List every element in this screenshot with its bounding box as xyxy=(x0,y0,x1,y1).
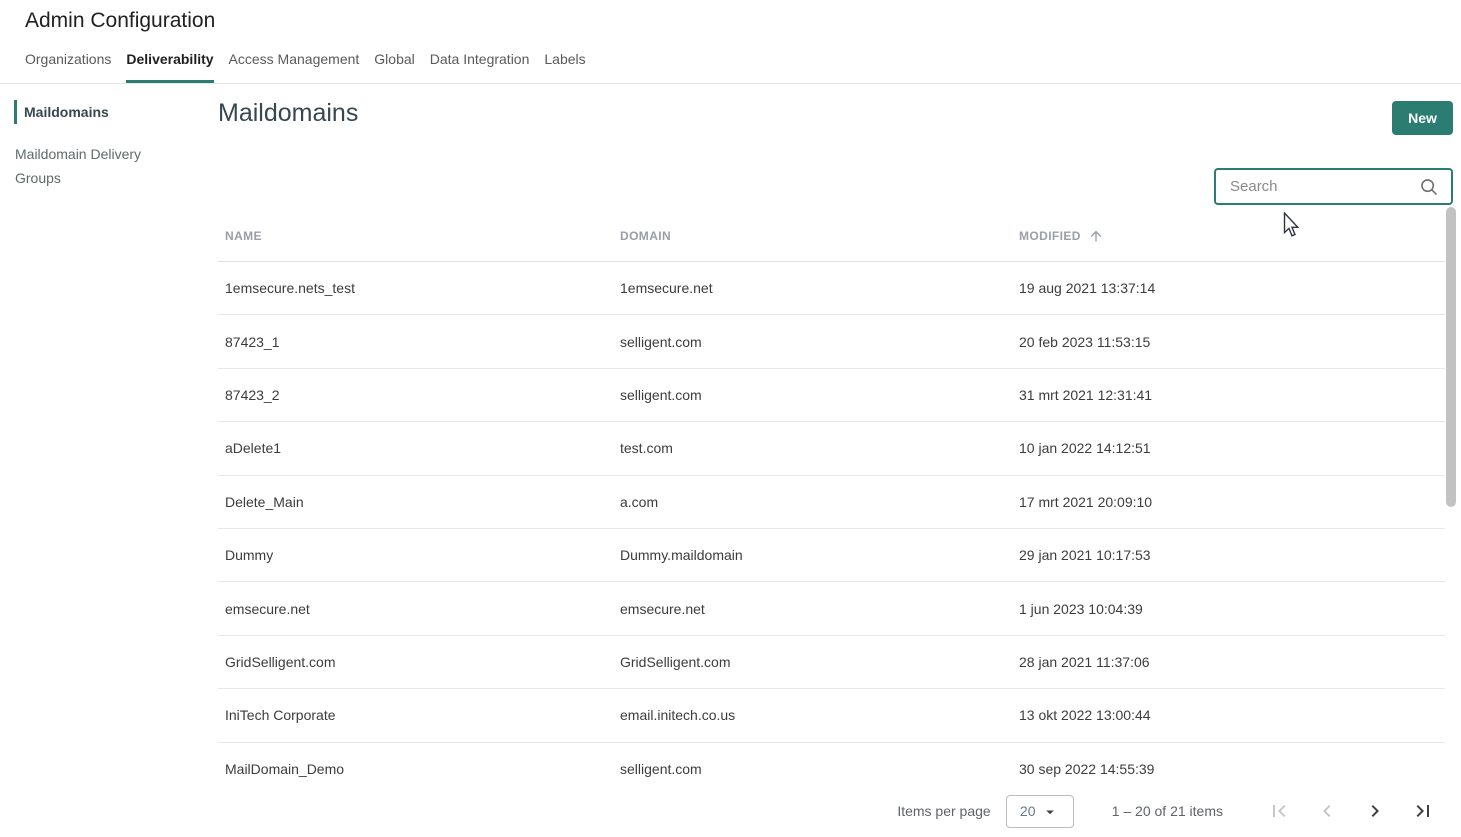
section-heading: Maildomains xyxy=(218,99,358,128)
new-button[interactable]: New xyxy=(1392,101,1453,135)
sidebar: Maildomains Maildomain Delivery Groups xyxy=(0,84,218,837)
tab-organizations[interactable]: Organizations xyxy=(25,51,111,83)
cell-domain: a.com xyxy=(620,494,1019,510)
tab-data-integration[interactable]: Data Integration xyxy=(430,51,530,83)
cell-name: Delete_Main xyxy=(218,494,620,510)
table-body: 1emsecure.nets_test 1emsecure.net 19 aug… xyxy=(218,262,1445,796)
tab-deliverability[interactable]: Deliverability xyxy=(126,51,213,83)
cell-domain: selligent.com xyxy=(620,334,1019,350)
first-page-icon[interactable] xyxy=(1267,799,1291,823)
tab-bar: Organizations Deliverability Access Mana… xyxy=(25,51,586,83)
table-row[interactable]: Delete_Main a.com 17 mrt 2021 20:09:10 xyxy=(218,476,1445,529)
last-page-icon[interactable] xyxy=(1411,799,1435,823)
page-title: Admin Configuration xyxy=(25,9,215,33)
cell-domain: email.initech.co.us xyxy=(620,707,1019,723)
cell-domain: selligent.com xyxy=(620,387,1019,403)
table-row[interactable]: 87423_1 selligent.com 20 feb 2023 11:53:… xyxy=(218,315,1445,368)
mouse-cursor xyxy=(1283,212,1301,239)
cell-name: 1emsecure.nets_test xyxy=(218,280,620,296)
previous-page-icon[interactable] xyxy=(1315,799,1339,823)
cell-domain: 1emsecure.net xyxy=(620,280,1019,296)
cell-modified: 29 jan 2021 10:17:53 xyxy=(1019,547,1445,563)
search-input[interactable] xyxy=(1216,178,1418,195)
chevron-down-icon xyxy=(1041,803,1059,821)
cell-modified: 28 jan 2021 11:37:06 xyxy=(1019,654,1445,670)
cell-name: aDelete1 xyxy=(218,440,620,456)
maildomains-table: NAME DOMAIN MODIFIED 1emsecure.nets_test… xyxy=(218,210,1445,796)
table-header-row: NAME DOMAIN MODIFIED xyxy=(218,210,1445,262)
tab-global[interactable]: Global xyxy=(374,51,414,83)
vertical-scrollbar-thumb[interactable] xyxy=(1446,207,1456,507)
cell-name: IniTech Corporate xyxy=(218,707,620,723)
sidebar-item-maildomains[interactable]: Maildomains xyxy=(14,100,199,124)
sort-ascending-icon xyxy=(1088,228,1104,244)
table-row[interactable]: Dummy Dummy.maildomain 29 jan 2021 10:17… xyxy=(218,529,1445,582)
cell-modified: 13 okt 2022 13:00:44 xyxy=(1019,707,1445,723)
cell-name: GridSelligent.com xyxy=(218,654,620,670)
cell-modified: 20 feb 2023 11:53:15 xyxy=(1019,334,1445,350)
app-header: Admin Configuration Organizations Delive… xyxy=(0,0,1461,84)
cell-name: Dummy xyxy=(218,547,620,563)
pagination-range-label: 1 – 20 of 21 items xyxy=(1112,803,1223,819)
cell-modified: 17 mrt 2021 20:09:10 xyxy=(1019,494,1445,510)
main-content: Maildomains New NAME DOMAIN MODIFIED xyxy=(218,84,1461,837)
sidebar-item-maildomain-delivery-groups[interactable]: Maildomain Delivery Groups xyxy=(0,142,185,190)
cell-name: emsecure.net xyxy=(218,601,620,617)
search-icon xyxy=(1418,176,1440,198)
table-row[interactable]: GridSelligent.com GridSelligent.com 28 j… xyxy=(218,636,1445,689)
cell-modified: 1 jun 2023 10:04:39 xyxy=(1019,601,1445,617)
table-row[interactable]: aDelete1 test.com 10 jan 2022 14:12:51 xyxy=(218,422,1445,475)
pagination-nav xyxy=(1267,799,1435,823)
cell-modified: 31 mrt 2021 12:31:41 xyxy=(1019,387,1445,403)
table-row[interactable]: 87423_2 selligent.com 31 mrt 2021 12:31:… xyxy=(218,369,1445,422)
table-row[interactable]: IniTech Corporate email.initech.co.us 13… xyxy=(218,689,1445,742)
cell-domain: GridSelligent.com xyxy=(620,654,1019,670)
cell-modified: 10 jan 2022 14:12:51 xyxy=(1019,440,1445,456)
next-page-icon[interactable] xyxy=(1363,799,1387,823)
cell-modified: 19 aug 2021 13:37:14 xyxy=(1019,280,1445,296)
items-per-page-label: Items per page xyxy=(897,803,990,819)
cell-domain: test.com xyxy=(620,440,1019,456)
cell-domain: selligent.com xyxy=(620,761,1019,777)
cell-domain: emsecure.net xyxy=(620,601,1019,617)
column-header-modified[interactable]: MODIFIED xyxy=(1019,228,1445,244)
search-box[interactable] xyxy=(1214,168,1453,205)
items-per-page-value: 20 xyxy=(1020,803,1036,819)
cell-modified: 30 sep 2022 14:55:39 xyxy=(1019,761,1445,777)
column-header-name[interactable]: NAME xyxy=(218,229,620,243)
cell-name: MailDomain_Demo xyxy=(218,761,620,777)
cell-domain: Dummy.maildomain xyxy=(620,547,1019,563)
column-header-domain[interactable]: DOMAIN xyxy=(620,229,1019,243)
cell-name: 87423_1 xyxy=(218,334,620,350)
cell-name: 87423_2 xyxy=(218,387,620,403)
pagination-bar: Items per page 20 1 – 20 of 21 items xyxy=(218,785,1461,837)
tab-access-management[interactable]: Access Management xyxy=(229,51,360,83)
tab-labels[interactable]: Labels xyxy=(544,51,585,83)
table-row[interactable]: 1emsecure.nets_test 1emsecure.net 19 aug… xyxy=(218,262,1445,315)
items-per-page-select[interactable]: 20 xyxy=(1006,795,1074,828)
table-row[interactable]: emsecure.net emsecure.net 1 jun 2023 10:… xyxy=(218,582,1445,635)
